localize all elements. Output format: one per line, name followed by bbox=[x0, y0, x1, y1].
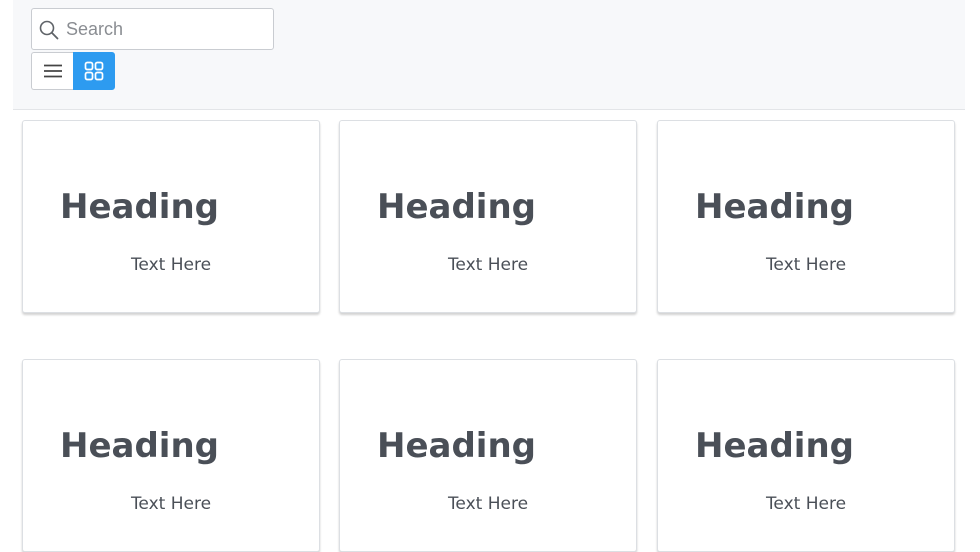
card[interactable]: Heading Text Here bbox=[339, 359, 637, 552]
card-heading: Heading bbox=[695, 426, 854, 466]
card-heading: Heading bbox=[377, 187, 536, 227]
card-text: Text Here bbox=[765, 255, 847, 275]
card-text: Text Here bbox=[765, 494, 847, 514]
search-icon bbox=[39, 20, 59, 40]
card-heading: Heading bbox=[60, 187, 219, 227]
toolbar bbox=[13, 0, 965, 110]
list-icon bbox=[43, 64, 62, 78]
card-heading: Heading bbox=[60, 426, 219, 466]
card-text: Text Here bbox=[447, 255, 529, 275]
card-heading: Heading bbox=[377, 426, 536, 466]
grid-icon bbox=[84, 61, 104, 81]
card[interactable]: Heading Text Here bbox=[339, 120, 637, 313]
grid-view-button[interactable] bbox=[73, 52, 115, 90]
search-input[interactable] bbox=[66, 9, 266, 49]
card[interactable]: Heading Text Here bbox=[22, 359, 320, 552]
card-heading: Heading bbox=[695, 187, 854, 227]
search-box[interactable] bbox=[31, 8, 274, 50]
card[interactable]: Heading Text Here bbox=[657, 359, 955, 552]
card-text: Text Here bbox=[130, 255, 212, 275]
card[interactable]: Heading Text Here bbox=[22, 120, 320, 313]
card-text: Text Here bbox=[130, 494, 212, 514]
list-view-button[interactable] bbox=[31, 52, 73, 90]
view-toggle bbox=[31, 52, 115, 90]
card[interactable]: Heading Text Here bbox=[657, 120, 955, 313]
card-text: Text Here bbox=[447, 494, 529, 514]
